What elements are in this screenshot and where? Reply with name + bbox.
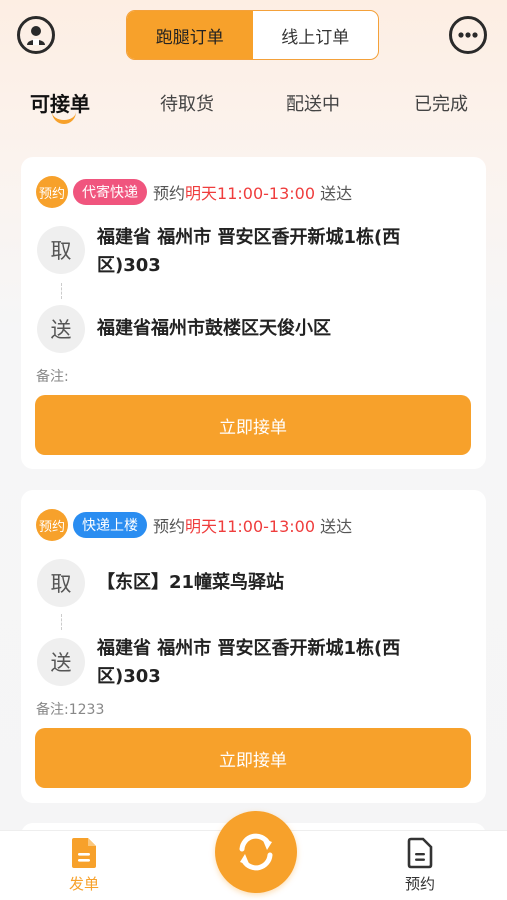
pickup-node: 取 bbox=[37, 226, 85, 274]
delivery-node: 送 bbox=[37, 305, 85, 353]
order-card: 预约 快递上楼 预约明天11:00-13:00 送达 取 【东区】21幢菜鸟驿站… bbox=[21, 490, 486, 803]
pickup-address: 福建省 福州市 晋安区香开新城1栋(西区)303 bbox=[97, 227, 401, 276]
service-tag: 代寄快递 bbox=[73, 179, 147, 205]
order-card: 预约 代寄快递 预约明天11:00-13:00 送达 取 福建省 福州市 晋安区… bbox=[21, 157, 486, 469]
appointment-doc-icon bbox=[407, 837, 433, 869]
appointment-prefix: 预约 bbox=[153, 517, 186, 536]
service-tag: 快递上楼 bbox=[73, 512, 147, 538]
route-connector bbox=[61, 283, 62, 299]
refresh-icon bbox=[239, 833, 273, 871]
appointment-window: 明天11:00-13:00 bbox=[185, 184, 316, 203]
appointment-badge: 预约 bbox=[36, 176, 68, 208]
appointment-badge: 预约 bbox=[36, 509, 68, 541]
nav-dispatch-label: 发单 bbox=[68, 875, 99, 893]
tab-completed[interactable]: 已完成 bbox=[414, 90, 468, 116]
appointment-suffix: 送达 bbox=[320, 517, 353, 536]
appointment-prefix: 预约 bbox=[153, 184, 186, 203]
accept-order-button[interactable]: 立即接单 bbox=[35, 728, 471, 788]
segment-online-orders[interactable]: 线上订单 bbox=[253, 11, 379, 59]
nav-dispatch[interactable]: 发单 bbox=[54, 837, 114, 894]
user-avatar-icon[interactable] bbox=[17, 16, 55, 54]
refresh-button[interactable] bbox=[215, 811, 297, 893]
appointment-time: 预约明天11:00-13:00 送达 bbox=[153, 513, 352, 537]
tab-pending-pickup[interactable]: 待取货 bbox=[160, 90, 214, 116]
route-connector bbox=[61, 614, 62, 630]
order-type-switch: 跑腿订单 线上订单 bbox=[126, 10, 379, 60]
appointment-suffix: 送达 bbox=[320, 184, 353, 203]
dispatch-doc-icon bbox=[72, 838, 96, 868]
delivery-node: 送 bbox=[37, 638, 85, 686]
order-remark: 备注:1233 bbox=[36, 702, 105, 718]
delivery-address: 福建省 福州市 晋安区香开新城1栋(西区)303 bbox=[97, 638, 401, 687]
delivery-address: 福建省福州市鼓楼区天俊小区 bbox=[97, 318, 331, 339]
top-bar: 跑腿订单 线上订单 bbox=[0, 0, 507, 70]
order-card-header: 预约 快递上楼 预约明天11:00-13:00 送达 bbox=[36, 509, 352, 541]
nav-appointment[interactable]: 预约 bbox=[390, 837, 450, 894]
chat-bubble-icon[interactable] bbox=[449, 16, 487, 54]
segment-errand-orders[interactable]: 跑腿订单 bbox=[127, 11, 253, 59]
tab-delivering[interactable]: 配送中 bbox=[286, 90, 340, 116]
order-status-tabs: 可接单 待取货 配送中 已完成 bbox=[0, 84, 507, 128]
order-remark: 备注: bbox=[36, 369, 69, 385]
appointment-time: 预约明天11:00-13:00 送达 bbox=[153, 180, 352, 204]
nav-appointment-label: 预约 bbox=[404, 875, 435, 893]
pickup-address: 【东区】21幢菜鸟驿站 bbox=[97, 572, 285, 593]
pickup-node: 取 bbox=[37, 559, 85, 607]
order-card-header: 预约 代寄快递 预约明天11:00-13:00 送达 bbox=[36, 176, 352, 208]
accept-order-button[interactable]: 立即接单 bbox=[35, 395, 471, 455]
appointment-window: 明天11:00-13:00 bbox=[185, 517, 316, 536]
